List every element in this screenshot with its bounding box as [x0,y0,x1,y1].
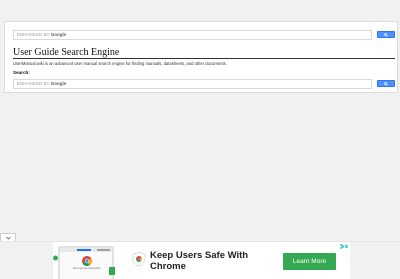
chrome-logo-icon [82,256,92,266]
shield-icon [132,251,146,267]
search-icon [384,81,388,86]
search-card: ENHANCED BY Google User Guide Search Eng… [4,21,398,93]
enhanced-by-label: ENHANCED BY [17,81,50,86]
google-brand: Google [50,81,67,86]
adchoices-icon[interactable] [340,244,348,249]
learn-more-button[interactable]: Learn More [283,253,336,270]
page-title: User Guide Search Engine [13,47,120,58]
top-search-button[interactable] [377,31,395,38]
top-search-input[interactable]: ENHANCED BY Google [13,30,372,40]
google-brand: Google [50,32,67,37]
main-search-bar: ENHANCED BY Google [13,79,395,89]
ad-headline: Keep Users Safe With Chrome [150,250,249,272]
title-divider [13,57,395,59]
ad-strip: chrome.com/security Keep Users Safe With… [0,241,400,279]
chrome-ad-banner[interactable]: chrome.com/security Keep Users Safe With… [53,242,350,279]
search-icon [384,32,388,37]
ad-collapse-toggle[interactable] [0,233,16,241]
laptop-url-label: chrome.com/security [73,266,101,270]
main-search-input[interactable]: ENHANCED BY Google [13,79,372,89]
enhanced-by-label: ENHANCED BY [17,32,50,37]
page-description: UserManual.wiki is an advanced user manu… [13,61,227,66]
top-search-bar: ENHANCED BY Google [13,30,395,40]
laptop-illustration [53,246,115,279]
chevron-down-icon [5,236,11,240]
main-search-button[interactable] [377,80,395,87]
search-label: Search: [13,70,30,75]
